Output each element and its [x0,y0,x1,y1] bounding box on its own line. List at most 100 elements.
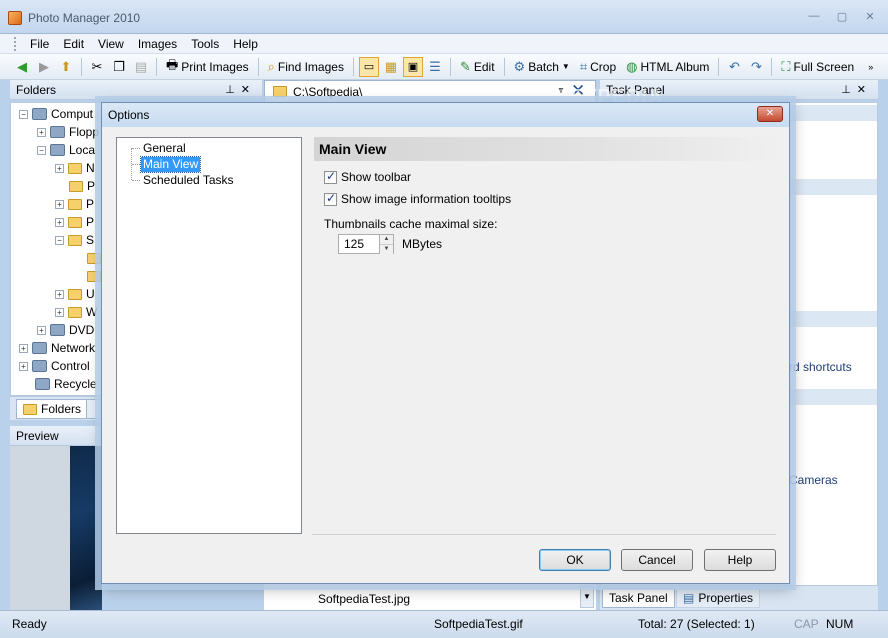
thumbnail-view-icon[interactable]: ▦ [381,57,401,77]
expand-icon[interactable]: + [19,361,28,371]
menu-file[interactable]: File [23,37,56,51]
tree-item-label: Control [51,359,90,373]
cache-size-input[interactable]: 125 [338,234,380,254]
expand-icon[interactable]: + [55,199,64,209]
pane-controls[interactable]: ⊥✕ [225,80,256,100]
tree-item-folder[interactable]: + W [55,303,97,321]
tree-item-folder[interactable]: + P [55,195,94,213]
ok-button[interactable]: OK [539,549,611,571]
menu-help[interactable]: Help [226,37,265,51]
tree-item-label: S [86,233,95,247]
tree-item-recycle-bin[interactable]: Recycle [35,375,97,393]
folder-icon [23,403,37,415]
spinner-down-icon[interactable]: ▼ [380,245,393,254]
tree-item-folder[interactable]: + N [55,159,95,177]
expand-icon[interactable]: + [55,217,64,227]
printer-icon: 🖶 [166,56,179,72]
show-tooltips-checkbox-row[interactable]: Show image information tooltips [324,191,511,207]
tree-item-folder[interactable]: − S [55,231,94,249]
collapse-icon[interactable]: − [55,235,64,245]
window-controls: — ▢ ✕ [802,10,882,23]
folders-view-toggle[interactable]: ▭ [358,56,379,77]
batch-button[interactable]: ⚙ Batch ▼ [510,57,574,77]
paste-icon[interactable]: ▤ [131,57,151,77]
toolbar-separator [156,57,157,76]
crop-button[interactable]: ⌗ Crop [576,57,620,77]
category-main-view[interactable]: Main View [139,156,202,173]
tree-item-subfolder[interactable] [87,249,101,267]
tree-item-computer[interactable]: − Comput [19,105,93,123]
full-screen-button[interactable]: ⛶ Full Screen [777,57,858,77]
menu-bar: File Edit View Images Tools Help [0,34,888,54]
menu-view[interactable]: View [91,37,131,51]
expand-icon[interactable]: + [55,163,64,173]
tab-properties[interactable]: ▤ Properties [676,588,761,608]
batch-label: Batch [528,59,559,74]
crop-label: Crop [590,59,617,74]
expand-icon[interactable]: + [55,289,64,299]
tree-item-dvd[interactable]: + DVD [37,321,94,339]
cameras-link[interactable]: Cameras [789,473,838,487]
spinner-up-icon[interactable]: ▲ [380,235,393,245]
details-view-icon[interactable]: ☰ [425,57,445,77]
close-button[interactable]: ✕ [858,10,882,23]
toolbar-overflow-icon[interactable]: » [868,62,873,72]
forward-icon[interactable]: ▶ [34,57,54,77]
maximize-button[interactable]: ▢ [830,10,854,23]
tree-item-local-disk[interactable]: − Loca [37,141,95,159]
dialog-close-button[interactable]: ✕ [757,106,783,122]
tree-item-label: Network [51,341,96,355]
status-ready: Ready [12,617,47,631]
tree-item-network[interactable]: + Network [19,339,95,357]
category-scheduled-tasks[interactable]: Scheduled Tasks [141,173,236,188]
tree-item-floppy[interactable]: + Flopp [37,123,99,141]
preview-view-toggle[interactable]: ▣ [402,56,423,77]
tab-folders[interactable]: Folders [16,399,89,419]
expand-icon[interactable]: + [37,127,46,137]
expand-icon[interactable]: + [37,325,46,335]
copy-icon[interactable]: ❐ [109,57,129,77]
folder-icon [68,306,82,318]
print-images-button[interactable]: 🖶 Print Images [162,57,253,77]
expand-icon[interactable]: + [55,307,64,317]
category-general[interactable]: General [141,141,188,156]
help-button[interactable]: Help [704,549,776,571]
expand-icon[interactable]: + [19,343,28,353]
show-toolbar-checkbox[interactable] [324,169,337,184]
tree-item-folder[interactable]: + P [55,213,94,231]
tree-item-subfolder[interactable] [87,267,101,285]
keyboard-shortcuts-link[interactable]: rd shortcuts [789,360,852,374]
menu-images[interactable]: Images [131,37,184,51]
recycle-bin-icon [35,378,50,390]
tab-albums[interactable] [86,399,102,419]
menu-tools[interactable]: Tools [184,37,226,51]
show-toolbar-checkbox-row[interactable]: Show toolbar [324,169,411,185]
preview-area [10,446,102,610]
scroll-down-button[interactable]: ▼ [580,586,594,608]
tab-task-panel[interactable]: Task Panel [602,588,675,608]
cancel-button[interactable]: Cancel [621,549,693,571]
minimize-button[interactable]: — [802,10,826,23]
pane-controls[interactable]: ⊥✕ [841,80,872,100]
toolbar-separator [718,57,720,76]
show-tooltips-checkbox[interactable] [324,191,337,206]
rotate-right-icon[interactable]: ↷ [746,57,766,77]
find-images-button[interactable]: ⌕ Find Images [264,57,348,77]
back-icon[interactable]: ◀ [12,57,32,77]
tree-item-label: N [86,161,95,175]
status-file: SoftpediaTest.gif [434,617,523,631]
menu-grip[interactable] [14,36,17,51]
rotate-left-icon[interactable]: ↶ [724,57,744,77]
collapse-icon[interactable]: − [37,145,46,155]
tree-item-control-panel[interactable]: + Control [19,357,90,375]
current-file-label[interactable]: SoftpediaTest.jpg [318,592,410,606]
up-folder-icon[interactable]: ⬆ [56,57,76,77]
tree-item-folder[interactable]: + U [55,285,95,303]
tree-item-folder[interactable]: P [69,177,95,195]
collapse-icon[interactable]: − [19,109,28,119]
edit-button[interactable]: ✎ Edit [456,57,499,77]
properties-icon: ▤ [683,591,695,605]
cut-icon[interactable]: ✂ [87,57,107,77]
html-album-button[interactable]: ◍ HTML Album [622,57,713,77]
menu-edit[interactable]: Edit [56,37,91,51]
